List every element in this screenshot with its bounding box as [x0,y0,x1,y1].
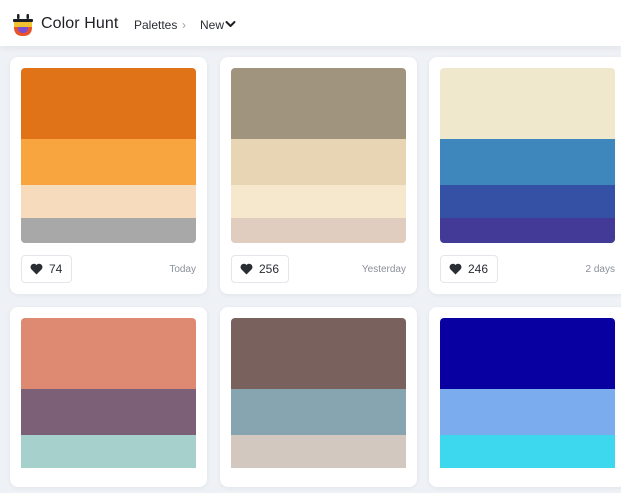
like-count: 74 [49,262,63,276]
palette-card[interactable] [220,307,417,487]
color-swatch[interactable] [440,318,615,389]
color-swatch[interactable] [231,389,406,435]
color-hunt-logo-icon[interactable] [12,12,34,38]
palette-swatches[interactable] [231,318,406,493]
palette-date: 2 days [585,264,615,275]
color-swatch[interactable] [231,185,406,218]
heart-icon [240,263,253,275]
color-swatch[interactable] [231,139,406,185]
color-swatch[interactable] [21,68,196,139]
color-swatch[interactable] [440,218,615,243]
heart-icon [30,263,43,275]
palette-card[interactable] [429,307,621,487]
palette-swatches[interactable] [21,68,196,243]
color-swatch[interactable] [231,435,406,468]
color-swatch[interactable] [231,218,406,243]
palette-swatches[interactable] [21,318,196,493]
like-count: 246 [468,262,489,276]
color-swatch[interactable] [21,218,196,243]
palette-grid: 74 Today 256 Yesterday 246 2 days [0,46,621,487]
palette-date: Today [169,264,196,275]
color-swatch[interactable] [440,435,615,468]
top-navigation-bar: Color Hunt Palettes › New [0,0,621,46]
palette-swatches[interactable] [440,318,615,493]
like-button[interactable]: 74 [21,255,73,283]
color-swatch[interactable] [440,185,615,218]
chevron-down-icon[interactable] [225,19,236,29]
color-swatch[interactable] [21,318,196,389]
breadcrumb-new[interactable]: New [200,18,224,32]
color-swatch[interactable] [21,139,196,185]
heart-icon [449,263,462,275]
color-swatch[interactable] [21,389,196,435]
color-swatch[interactable] [440,68,615,139]
color-swatch[interactable] [440,389,615,435]
palette-card[interactable]: 256 Yesterday [220,57,417,294]
like-button[interactable]: 256 [231,255,290,283]
palette-swatches[interactable] [440,68,615,243]
palette-swatches[interactable] [231,68,406,243]
color-swatch[interactable] [21,435,196,468]
like-button[interactable]: 246 [440,255,499,283]
palette-card[interactable]: 74 Today [10,57,207,294]
breadcrumb-separator: › [182,18,186,32]
brand-name[interactable]: Color Hunt [41,15,118,33]
palette-card[interactable] [10,307,207,487]
palette-date: Yesterday [361,264,406,275]
color-swatch[interactable] [231,68,406,139]
color-swatch[interactable] [21,185,196,218]
color-swatch[interactable] [231,318,406,389]
like-count: 256 [259,262,280,276]
palette-card[interactable]: 246 2 days [429,57,621,294]
breadcrumb-palettes[interactable]: Palettes [134,18,177,32]
color-swatch[interactable] [440,139,615,185]
